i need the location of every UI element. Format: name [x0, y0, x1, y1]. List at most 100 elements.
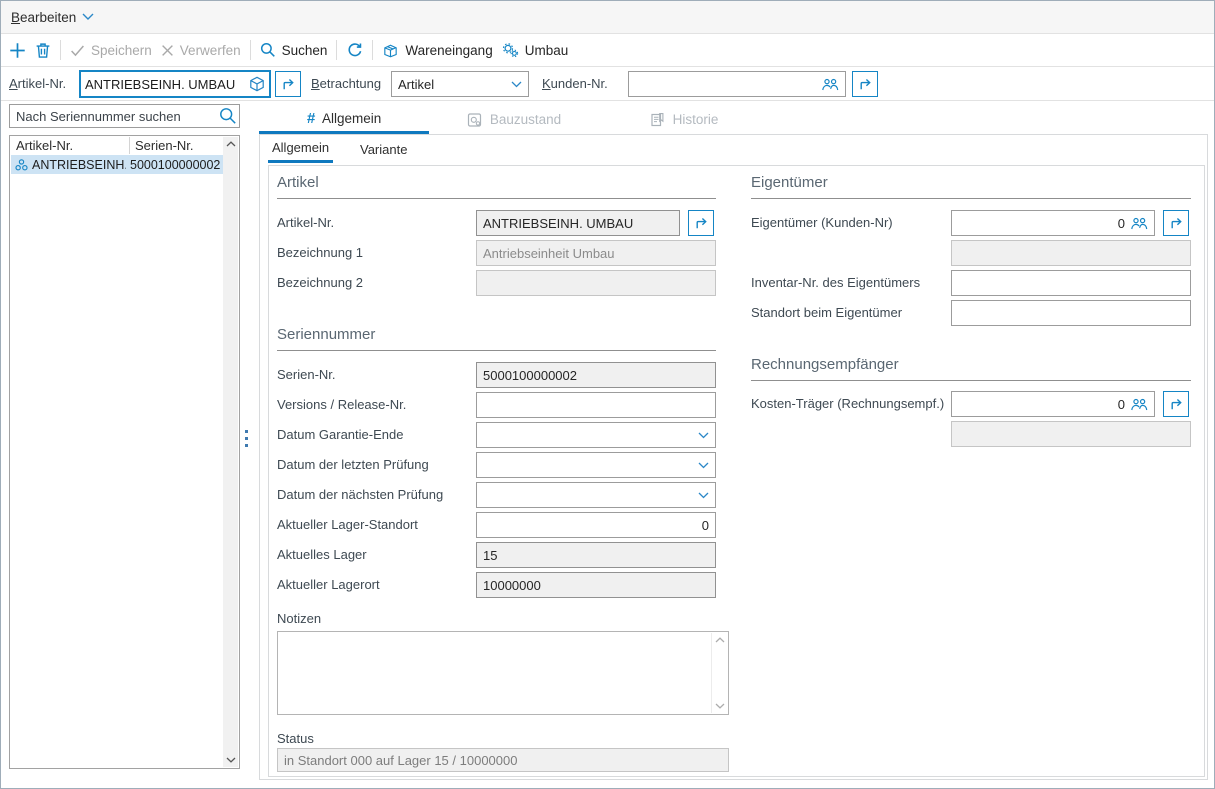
kunden-nr-label: Kunden-Nr.	[542, 76, 608, 91]
search-button[interactable]: Suchen	[260, 42, 328, 58]
subtab-variante-label: Variante	[360, 142, 407, 157]
artikel-goto-button[interactable]	[275, 71, 301, 97]
menu-bar: Bearbeiten	[1, 1, 1214, 34]
scroll-down-icon[interactable]	[714, 701, 725, 711]
discard-button[interactable]: Verwerfen	[161, 43, 241, 58]
delete-button[interactable]	[35, 42, 51, 59]
refresh-icon	[346, 42, 363, 59]
garantie-label: Datum Garantie-Ende	[277, 422, 403, 448]
people-icon[interactable]	[1130, 216, 1148, 231]
bezeichnung1-field: Antriebseinheit Umbau	[476, 240, 716, 266]
tab-panel: Allgemein Variante Artikel Artikel-Nr. A…	[259, 134, 1208, 780]
rebuild-label: Umbau	[525, 43, 569, 58]
standort-eigentuemer-label: Standort beim Eigentümer	[751, 300, 902, 326]
tab-historie-label: Historie	[673, 112, 719, 127]
list-scrollbar[interactable]	[223, 137, 238, 767]
section-eigentuemer-title: Eigentümer	[751, 174, 1191, 199]
cube-icon[interactable]	[249, 76, 265, 92]
garantie-datepicker[interactable]	[476, 422, 716, 448]
kunden-goto-button[interactable]	[852, 71, 878, 97]
serien-nr-value: 5000100000002	[483, 368, 577, 383]
tab-historie[interactable]: Historie	[599, 105, 769, 134]
lagerort-field: 10000000	[476, 572, 716, 598]
status-value: in Standort 000 auf Lager 15 / 10000000	[284, 753, 517, 768]
bezeichnung2-label: Bezeichnung 2	[277, 270, 363, 296]
artikel-nr-field-value: ANTRIEBSEINH. UMBAU	[483, 216, 633, 231]
new-button[interactable]	[9, 42, 26, 59]
lager-standort-field[interactable]: 0	[476, 512, 716, 538]
eigentuemer-kunden-field[interactable]: 0	[951, 210, 1155, 236]
section-rechnung-title: Rechnungsempfänger	[751, 356, 1191, 381]
rebuild-button[interactable]: Umbau	[502, 42, 569, 58]
chevron-down-icon	[698, 492, 709, 499]
list-item[interactable]: ANTRIEBSEINH... 5000100000002	[11, 155, 225, 174]
notizen-textarea[interactable]	[277, 631, 729, 715]
bezeichnung1-label: Bezeichnung 1	[277, 240, 363, 266]
versions-field[interactable]	[476, 392, 716, 418]
notizen-scrollbar[interactable]	[711, 633, 727, 713]
lagerort-value: 10000000	[483, 578, 541, 593]
serien-nr-label: Serien-Nr.	[277, 362, 336, 388]
search-input[interactable]	[9, 104, 240, 128]
kosten-goto-button[interactable]	[1163, 391, 1189, 417]
list-item-artikel: ANTRIEBSEINH...	[32, 158, 126, 172]
aktuelles-lager-field: 15	[476, 542, 716, 568]
serial-item-icon	[14, 158, 29, 172]
serien-nr-field: 5000100000002	[476, 362, 716, 388]
tab-bauzustand-label: Bauzustand	[490, 112, 561, 127]
kosten-traeger-value: 0	[958, 397, 1125, 412]
tab-allgemein-label: Allgemein	[322, 111, 381, 126]
lager-standort-label: Aktueller Lager-Standort	[277, 512, 418, 538]
check-icon	[70, 44, 85, 57]
column-header-artikel[interactable]: Artikel-Nr.	[16, 138, 73, 153]
splitter-handle[interactable]	[245, 430, 248, 447]
save-label: Speichern	[91, 43, 152, 58]
refresh-button[interactable]	[346, 42, 363, 59]
artikel-nr-input[interactable]: ANTRIEBSEINH. UMBAU	[79, 70, 271, 98]
tab-bauzustand[interactable]: Bauzustand	[429, 105, 599, 134]
betrachtung-select[interactable]: Artikel	[391, 71, 529, 97]
artikel-nr-goto-button[interactable]	[688, 210, 714, 236]
kunden-nr-input[interactable]	[628, 71, 846, 97]
toolbar-separator	[372, 40, 373, 60]
people-icon[interactable]	[821, 77, 839, 92]
subtab-variante[interactable]: Variante	[356, 135, 411, 163]
app-window: Bearbeiten Speichern	[0, 0, 1215, 789]
column-header-serie[interactable]: Serien-Nr.	[135, 138, 194, 153]
goods-receipt-button[interactable]: Wareneingang	[382, 42, 492, 59]
aktuelles-lager-label: Aktuelles Lager	[277, 542, 367, 568]
kosten-traeger-label: Kosten-Träger (Rechnungsempf.)	[751, 391, 944, 417]
lagerort-label: Aktueller Lagerort	[277, 572, 380, 598]
eigentuemer-goto-button[interactable]	[1163, 210, 1189, 236]
gears-icon	[502, 42, 519, 58]
search-icon[interactable]	[219, 107, 237, 125]
aktuelles-lager-value: 15	[483, 548, 497, 563]
artikel-nr-field-label: Artikel-Nr.	[277, 210, 334, 236]
tab-allgemein[interactable]: # Allgemein	[259, 105, 429, 134]
scroll-down-icon[interactable]	[225, 755, 236, 765]
bauzustand-icon	[467, 112, 483, 128]
save-button[interactable]: Speichern	[70, 43, 152, 58]
kosten-traeger-field[interactable]: 0	[951, 391, 1155, 417]
inventar-field[interactable]	[951, 270, 1191, 296]
naechste-pruefung-datepicker[interactable]	[476, 482, 716, 508]
scroll-up-icon[interactable]	[225, 139, 236, 149]
menu-bearbeiten-label: Bearbeiten	[11, 10, 76, 25]
toolbar: Speichern Verwerfen Suchen Warenein	[1, 34, 1214, 67]
scroll-up-icon[interactable]	[714, 635, 725, 645]
menu-bearbeiten[interactable]: Bearbeiten	[11, 10, 94, 25]
serial-list: Artikel-Nr. Serien-Nr. ANTRIEBSEINH... 5…	[9, 135, 240, 769]
toolbar-separator	[60, 40, 61, 60]
eigentuemer-kunden-value: 0	[958, 216, 1125, 231]
betrachtung-label: Betrachtung	[311, 76, 381, 91]
section-seriennummer-title: Seriennummer	[277, 326, 716, 351]
inventar-label: Inventar-Nr. des Eigentümers	[751, 270, 920, 296]
letzte-pruefung-datepicker[interactable]	[476, 452, 716, 478]
standort-eigentuemer-field[interactable]	[951, 300, 1191, 326]
chevron-down-icon	[698, 462, 709, 469]
subtab-allgemein[interactable]: Allgemein	[268, 135, 333, 163]
people-icon[interactable]	[1130, 397, 1148, 412]
section-artikel-title: Artikel	[277, 174, 716, 199]
betrachtung-value: Artikel	[398, 77, 434, 92]
chevron-down-icon	[82, 13, 94, 21]
